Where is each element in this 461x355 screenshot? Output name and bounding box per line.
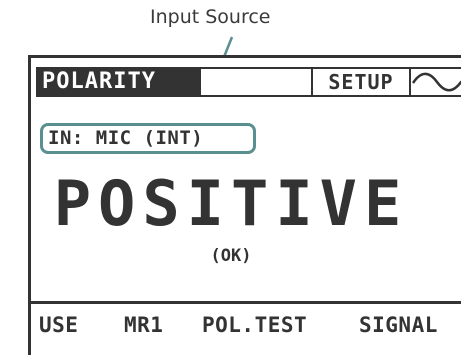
tab-waveform[interactable]: [409, 67, 461, 97]
softkey-use[interactable]: USE: [39, 313, 78, 337]
softkey-divider: [31, 301, 461, 304]
polarity-status: (OK): [210, 246, 252, 266]
softkey-bar: USE MR1 POL.TEST SIGNAL: [39, 313, 461, 343]
tab-polarity[interactable]: POLARITY: [36, 67, 198, 97]
softkey-pol-test[interactable]: POL.TEST: [202, 313, 307, 337]
polarity-result: POSITIVE: [53, 167, 409, 240]
tab-setup[interactable]: SETUP: [311, 67, 411, 97]
softkey-mr1[interactable]: MR1: [124, 313, 163, 337]
softkey-signal[interactable]: SIGNAL: [359, 313, 438, 337]
lcd-screen: POLARITY SETUP IN: MIC (INT) POSITIVE (O…: [28, 55, 461, 355]
tab-empty: [198, 67, 314, 97]
input-source-readout: IN: MIC (INT): [40, 123, 256, 154]
sine-wave-icon: [411, 72, 461, 92]
lcd-tab-bar: POLARITY SETUP: [36, 67, 461, 97]
